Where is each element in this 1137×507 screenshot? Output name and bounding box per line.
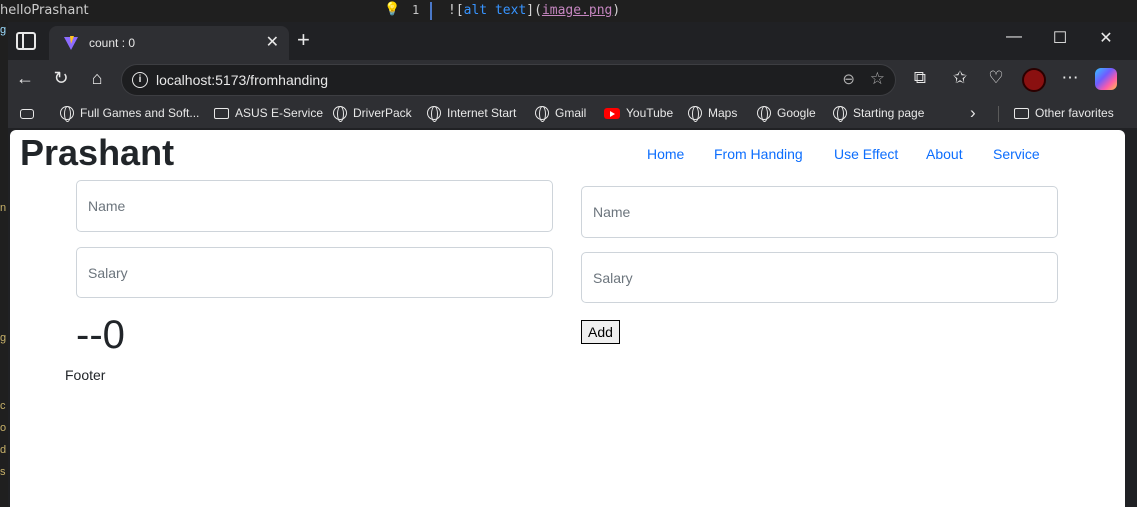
- globe-icon: [833, 106, 847, 122]
- code-token-open: ![: [448, 3, 464, 18]
- favorite-item[interactable]: ASUS E-Service: [214, 106, 323, 120]
- globe-icon: [333, 106, 347, 122]
- nav-link-home[interactable]: Home: [647, 146, 684, 162]
- favorite-item[interactable]: Internet Start: [427, 106, 516, 122]
- explorer-item: helloPrashant: [0, 3, 89, 18]
- code-token-url: image.png: [541, 3, 613, 18]
- line-number: 1: [412, 3, 420, 17]
- tab-title: count : 0: [89, 36, 136, 50]
- back-arrow-icon[interactable]: ←: [13, 68, 37, 89]
- other-favorites[interactable]: Other favorites: [1014, 106, 1114, 120]
- url-text[interactable]: localhost:5173/fromhanding: [156, 72, 328, 88]
- tab-actions-icon[interactable]: [16, 32, 36, 50]
- close-tab-icon[interactable]: ✕: [266, 32, 279, 52]
- right-name-input[interactable]: Name: [581, 186, 1058, 238]
- nav-link-use-effect[interactable]: Use Effect: [834, 146, 898, 162]
- code-token-mid: ](: [526, 3, 542, 18]
- more-options-icon[interactable]: ⋯: [1058, 68, 1082, 88]
- vscode-side-strip: g n g c o d s: [0, 22, 8, 507]
- favorites-drive-icon[interactable]: [20, 106, 40, 120]
- vite-icon: [64, 36, 78, 50]
- favorite-star-icon[interactable]: ☆: [870, 69, 885, 89]
- close-window-icon[interactable]: ✕: [1083, 28, 1129, 48]
- favorite-item[interactable]: Starting page: [833, 106, 924, 122]
- code-token-alt: alt text: [463, 3, 527, 18]
- home-icon[interactable]: ⌂: [85, 68, 109, 89]
- brand-title[interactable]: Prashant: [20, 132, 174, 174]
- zoom-icon[interactable]: ⊖: [842, 70, 855, 88]
- favorite-item[interactable]: DriverPack: [333, 106, 412, 122]
- globe-icon: [535, 106, 549, 122]
- indent-guide: [430, 2, 432, 20]
- minimize-icon[interactable]: —: [991, 28, 1037, 46]
- nav-link-about[interactable]: About: [926, 146, 963, 162]
- folder-icon: [214, 108, 229, 119]
- nav-link-from-handing[interactable]: From Handing: [714, 146, 803, 162]
- globe-icon: [757, 106, 771, 122]
- browser-window: count : 0 ✕ + — ☐ ✕ ← ↻ ⌂ i localhost:51…: [8, 22, 1137, 507]
- profile-avatar[interactable]: [1022, 68, 1046, 92]
- code-token-close: ): [612, 3, 621, 18]
- new-tab-icon[interactable]: +: [297, 27, 310, 53]
- favorite-item[interactable]: Full Games and Soft...: [60, 106, 199, 122]
- globe-icon: [688, 106, 702, 122]
- tab-bar: count : 0 ✕ + — ☐ ✕: [8, 22, 1137, 60]
- maximize-icon[interactable]: ☐: [1037, 28, 1083, 48]
- vscode-background: helloPrashant 💡 1 ![alt text](image.png): [0, 0, 1137, 22]
- address-bar[interactable]: i localhost:5173/fromhanding ⊖ ☆: [121, 64, 896, 96]
- page-viewport: Prashant Home From Handing Use Effect Ab…: [10, 130, 1125, 507]
- divider: [998, 106, 999, 122]
- favorite-item[interactable]: Gmail: [535, 106, 586, 122]
- favorite-item[interactable]: Google: [757, 106, 816, 122]
- globe-icon: [60, 106, 74, 122]
- favorites-icon[interactable]: ✩: [948, 68, 972, 88]
- refresh-icon[interactable]: ↻: [49, 68, 73, 89]
- browser-toolbar: ← ↻ ⌂ i localhost:5173/fromhanding ⊖ ☆ ⧉…: [8, 60, 1137, 100]
- code-line[interactable]: ![alt text](image.png): [448, 3, 620, 18]
- left-salary-input[interactable]: Salary: [76, 247, 553, 298]
- tab-active[interactable]: count : 0 ✕: [49, 26, 289, 60]
- right-salary-input[interactable]: Salary: [581, 252, 1058, 303]
- footer-text: Footer: [65, 367, 106, 383]
- favorites-bar: Full Games and Soft... ASUS E-Service Dr…: [8, 100, 1137, 128]
- counter-display: --0: [76, 313, 125, 357]
- copilot-icon[interactable]: [1095, 68, 1117, 90]
- lightbulb-icon[interactable]: 💡: [384, 1, 400, 17]
- site-info-icon[interactable]: i: [132, 72, 148, 88]
- extensions-icon[interactable]: ⧉: [908, 68, 932, 88]
- add-button[interactable]: Add: [581, 320, 620, 344]
- globe-icon: [427, 106, 441, 122]
- chevron-right-icon[interactable]: ›: [970, 103, 976, 123]
- favorite-item[interactable]: Maps: [688, 106, 737, 122]
- left-name-input[interactable]: Name: [76, 180, 553, 232]
- browser-essentials-icon[interactable]: ♡: [984, 68, 1008, 88]
- folder-icon: [1014, 108, 1029, 119]
- favorite-item[interactable]: YouTube: [604, 106, 673, 120]
- youtube-icon: [604, 108, 620, 119]
- nav-link-service[interactable]: Service: [993, 146, 1040, 162]
